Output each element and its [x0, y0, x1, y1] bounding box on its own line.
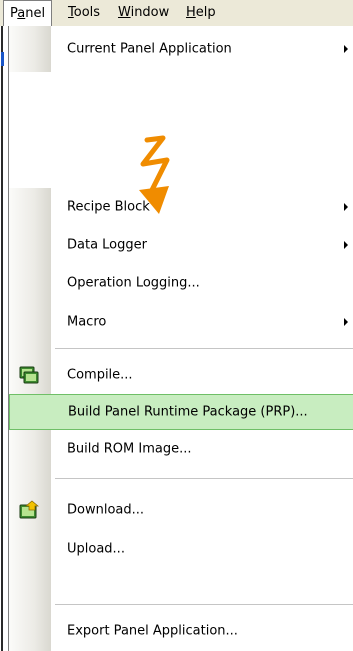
download-icon	[19, 500, 39, 519]
menu-window-label: Window	[118, 5, 170, 20]
menu-item-label: Operation Logging...	[67, 275, 200, 291]
menu-item-macro[interactable]: Macro	[9, 302, 353, 342]
menu-bar: Panel Tools Window Help	[0, 0, 353, 27]
menu-window[interactable]: Window	[112, 0, 175, 26]
menu-separator	[55, 604, 353, 605]
menu-item-download[interactable]: Download...	[9, 490, 353, 530]
menu-item-build-rom-image[interactable]: Build ROM Image...	[9, 430, 353, 468]
background-window-border	[1, 26, 3, 651]
menu-item-label: Macro	[67, 314, 107, 330]
menu-panel-label: Panel	[10, 6, 46, 21]
menu-item-label: Current Panel Application	[67, 41, 232, 57]
background-window-accent	[1, 52, 4, 66]
menu-item-operation-logging[interactable]: Operation Logging...	[9, 264, 353, 302]
menu-item-current-panel-application[interactable]: Current Panel Application	[9, 26, 353, 72]
menu-panel[interactable]: Panel	[3, 0, 53, 27]
menu-item-label: Upload...	[67, 541, 125, 557]
menu-item-label: Data Logger	[67, 237, 147, 253]
submenu-arrow-icon	[344, 203, 348, 211]
compile-icon	[19, 366, 39, 384]
menu-separator	[55, 348, 353, 349]
menu-item-label: Build ROM Image...	[67, 441, 192, 457]
menu-tools-label: Tools	[68, 5, 101, 20]
menu-separator	[55, 478, 353, 479]
submenu-arrow-icon	[344, 318, 348, 326]
menu-tools[interactable]: Tools	[62, 0, 106, 26]
submenu-arrow-icon	[344, 45, 348, 53]
menu-item-label: Compile...	[67, 367, 133, 383]
menu-item-label: Recipe Block	[67, 199, 150, 215]
menu-help[interactable]: Help	[180, 0, 222, 26]
menu-item-upload[interactable]: Upload...	[9, 530, 353, 568]
screenshot-root: Panel Tools Window Help Current Panel Ap…	[0, 0, 353, 651]
menu-item-build-prp[interactable]: Build Panel Runtime Package (PRP)...	[9, 394, 353, 430]
menu-item-export-panel-application[interactable]: Export Panel Application...	[9, 612, 353, 650]
submenu-arrow-icon	[344, 241, 348, 249]
menu-item-recipe-block[interactable]: Recipe Block	[9, 188, 353, 226]
menu-help-label: Help	[186, 5, 216, 20]
menu-item-label: Download...	[67, 502, 145, 518]
menu-item-compile[interactable]: Compile...	[9, 356, 353, 394]
menu-item-label: Export Panel Application...	[67, 623, 238, 639]
menu-item-label: Build Panel Runtime Package (PRP)...	[68, 404, 308, 420]
panel-dropdown-menu: Current Panel Application Recipe Block D…	[8, 26, 353, 651]
menu-item-data-logger[interactable]: Data Logger	[9, 226, 353, 264]
